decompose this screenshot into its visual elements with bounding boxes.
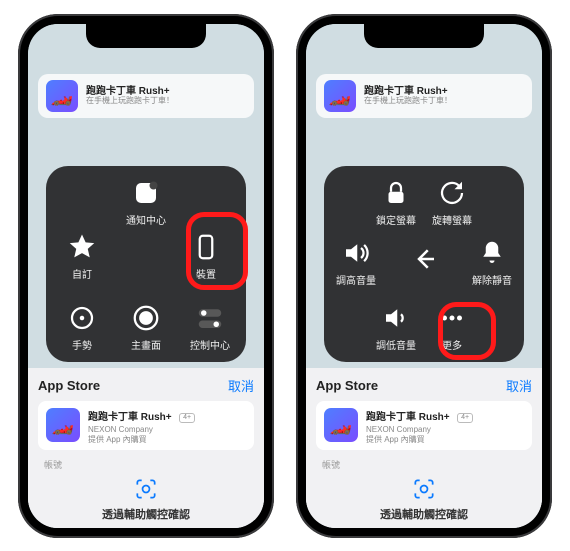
volume-up-icon [341, 238, 371, 268]
gesture-icon [67, 303, 97, 333]
assistive-touch-panel-device[interactable]: 鎖定螢幕 旋轉螢幕 調高音量 [324, 166, 524, 362]
app-row: 🏎️ 跑跑卡丁車 Rush+ 4+ NEXON Company 提供 App 內… [316, 401, 532, 450]
age-badge: 4+ [179, 413, 195, 423]
at-more[interactable]: 更多 [422, 303, 482, 352]
lock-icon [381, 178, 411, 208]
at-volume-up[interactable]: 調高音量 [326, 238, 386, 287]
app-name: 跑跑卡丁車 Rush+ [88, 412, 172, 423]
banner-app-icon: 🏎️ [46, 80, 78, 112]
star-icon [67, 232, 97, 262]
at-back[interactable] [394, 244, 454, 274]
at-control-center[interactable]: 控制中心 [180, 303, 240, 352]
cancel-button[interactable]: 取消 [506, 376, 532, 395]
assistive-touch-confirm-icon [133, 476, 159, 502]
control-center-icon [195, 303, 225, 333]
assistive-touch-panel-main[interactable]: 通知中心 自訂 裝置 [46, 166, 246, 362]
iap-label: 提供 App 內購買 [88, 435, 195, 444]
app-row: 🏎️ 跑跑卡丁車 Rush+ 4+ NEXON Company 提供 App 內… [38, 401, 254, 450]
purchase-sheet: App Store 取消 🏎️ 跑跑卡丁車 Rush+ 4+ NEXON Com… [28, 368, 264, 528]
at-custom[interactable]: 自訂 [52, 232, 112, 281]
age-badge: 4+ [457, 413, 473, 423]
at-notification-center[interactable]: 通知中心 [116, 178, 176, 227]
confirm-area[interactable]: 透過輔助觸控確認 [306, 476, 542, 522]
screen-right: 🏎️ 跑跑卡丁車 Rush+ 在手機上玩跑跑卡丁車！ 鎖定螢幕 [306, 24, 542, 528]
confirm-text: 透過輔助觸控確認 [380, 506, 468, 522]
banner-subtitle: 在手機上玩跑跑卡丁車！ [86, 97, 174, 106]
notch [86, 24, 206, 48]
at-gesture[interactable]: 手勢 [52, 303, 112, 352]
company-name: NEXON Company [366, 425, 473, 434]
at-volume-down[interactable]: 調低音量 [366, 303, 426, 352]
account-label: 帳號 [322, 458, 532, 471]
purchase-sheet: App Store 取消 🏎️ 跑跑卡丁車 Rush+ 4+ NEXON Com… [306, 368, 542, 528]
confirm-area[interactable]: 透過輔助觸控確認 [28, 476, 264, 522]
home-icon [131, 303, 161, 333]
company-name: NEXON Company [88, 425, 195, 434]
volume-down-icon [381, 303, 411, 333]
assistive-touch-confirm-icon [411, 476, 437, 502]
app-banner: 🏎️ 跑跑卡丁車 Rush+ 在手機上玩跑跑卡丁車！ [38, 74, 254, 118]
confirm-text: 透過輔助觸控確認 [102, 506, 190, 522]
sheet-title: App Store [38, 378, 100, 393]
back-arrow-icon [409, 244, 439, 274]
app-icon: 🏎️ [324, 408, 358, 442]
iap-label: 提供 App 內購買 [366, 435, 473, 444]
at-rotate-screen[interactable]: 旋轉螢幕 [422, 178, 482, 227]
account-label: 帳號 [44, 458, 254, 471]
app-name: 跑跑卡丁車 Rush+ [366, 412, 450, 423]
device-icon [191, 232, 221, 262]
sheet-title: App Store [316, 378, 378, 393]
phone-left: 🏎️ 跑跑卡丁車 Rush+ 在手機上玩跑跑卡丁車！ 通知中心 [18, 14, 274, 538]
banner-app-icon: 🏎️ [324, 80, 356, 112]
phone-right: 🏎️ 跑跑卡丁車 Rush+ 在手機上玩跑跑卡丁車！ 鎖定螢幕 [296, 14, 552, 538]
at-home[interactable]: 主畫面 [116, 303, 176, 352]
at-device[interactable]: 裝置 [176, 232, 236, 281]
more-icon [437, 303, 467, 333]
cancel-button[interactable]: 取消 [228, 376, 254, 395]
app-icon: 🏎️ [46, 408, 80, 442]
at-unmute[interactable]: 解除靜音 [462, 238, 522, 287]
bell-icon [477, 238, 507, 268]
notification-center-icon [131, 178, 161, 208]
at-lock-screen[interactable]: 鎖定螢幕 [366, 178, 426, 227]
rotate-icon [437, 178, 467, 208]
notch [364, 24, 484, 48]
screen-left: 🏎️ 跑跑卡丁車 Rush+ 在手機上玩跑跑卡丁車！ 通知中心 [28, 24, 264, 528]
banner-subtitle: 在手機上玩跑跑卡丁車！ [364, 97, 452, 106]
app-banner: 🏎️ 跑跑卡丁車 Rush+ 在手機上玩跑跑卡丁車！ [316, 74, 532, 118]
